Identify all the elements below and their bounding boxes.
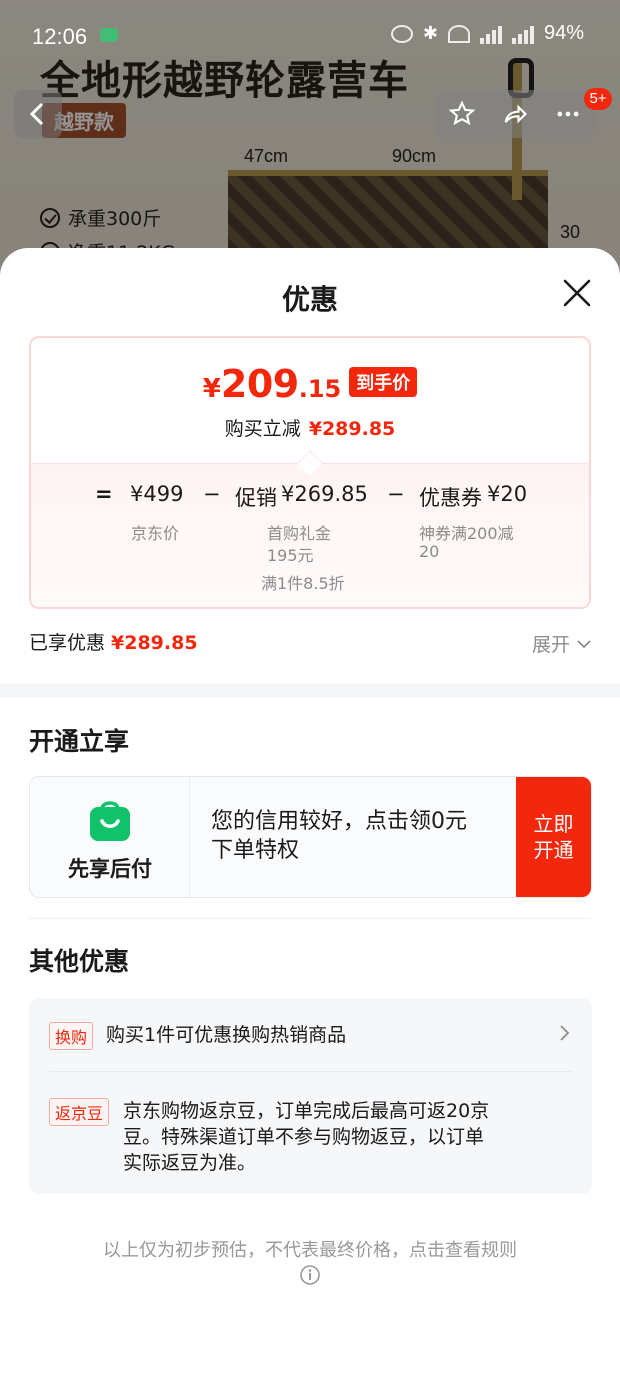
app-notification-icon [100,28,118,42]
share-icon[interactable] [501,100,529,128]
price-card: ¥209.15 到手价 购买立减 ¥289.85 = ¥499 − 促销 ¥269.… [29,336,591,609]
wifi-icon [447,24,470,43]
promo-sub-label: 首购礼金 [267,524,332,543]
more-icon[interactable] [554,100,582,128]
pay-later-name: 先享后付 [68,857,152,881]
signal-icon [511,24,534,44]
chevron-down-icon [577,639,591,648]
alarm-icon [390,24,413,43]
pay-later-description: 您的信用较好，点击领0元 下单特权 [211,809,467,863]
base-price-label: 京东价 [131,524,180,543]
signal-icon [479,24,502,44]
promo-sub-amount: 195元 [267,546,314,565]
divider [49,1071,572,1072]
top-action-bar [436,90,594,138]
chevron-left-icon [29,102,44,126]
offer-tag: 返京豆 [49,1098,110,1126]
promo-sub-discount: 满1件8.5折 [261,574,345,593]
base-price-value: ¥499 [130,482,184,506]
shopping-bag-icon [90,801,130,841]
pay-later-brand: 先享后付 [30,777,190,897]
divider [29,918,591,919]
message-badge: 5+ [584,88,612,110]
equals-sign: = [95,482,113,506]
offer-text: 京东购物返京豆，订单完成后最高可返20京 豆。特殊渠道订单不参与购物返豆，以订单… [123,1100,490,1174]
back-button[interactable] [14,90,62,138]
promo-value: ¥269.85 [281,482,368,506]
section-title-other: 其他优惠 [29,947,130,976]
pay-later-card[interactable]: 先享后付 您的信用较好，点击领0元 下单特权 立即 开通 [29,776,592,898]
minus-sign: − [387,482,405,506]
coupon-sub-label: 神券满200减 [419,524,514,543]
other-offers-card: 换购 购买1件可优惠换购热销商品 返京豆 京东购物返京豆，订单完成后最高可返20… [29,998,592,1194]
info-icon[interactable] [299,1264,321,1286]
coupon-label: 优惠券 [419,486,482,510]
bluetooth-icon: ✱ [422,23,438,43]
reduce-line: 购买立减 ¥289.85 [224,418,396,440]
expand-button[interactable]: 展开 [532,630,592,657]
status-time: 12:06 [32,24,88,49]
final-price-badge: 到手价 [349,367,418,397]
sheet-title: 优惠 [281,283,338,316]
chevron-right-icon[interactable] [558,1024,570,1042]
coupon-value: ¥20 [487,482,528,506]
coupon-sub-amount: 20 [419,542,440,561]
final-price: ¥209.15 到手价 [31,362,589,406]
status-icons: ✱ 94% [390,22,584,45]
discount-sheet: 优惠 ¥209.15 到手价 购买立减 ¥289.85 = ¥499 − 促销 ¥2… [0,248,620,1386]
close-button[interactable] [560,276,594,310]
enjoyed-discount: 已享优惠 ¥289.85 [29,632,198,654]
section-divider-band [0,684,620,698]
footnote-rules-link[interactable]: 以上仅为初步预估，不代表最终价格，点击查看规则 [0,1236,620,1262]
close-icon [563,279,591,307]
promo-label: 促销 [235,486,277,510]
minus-sign: − [203,482,221,506]
section-title-open: 开通立享 [29,727,130,756]
offer-tag: 换购 [49,1022,94,1050]
activate-button[interactable]: 立即 开通 [516,777,591,897]
battery-percent: 94% [543,22,584,44]
star-icon[interactable] [448,100,476,128]
offer-text: 购买1件可优惠换购热销商品 [106,1024,347,1046]
